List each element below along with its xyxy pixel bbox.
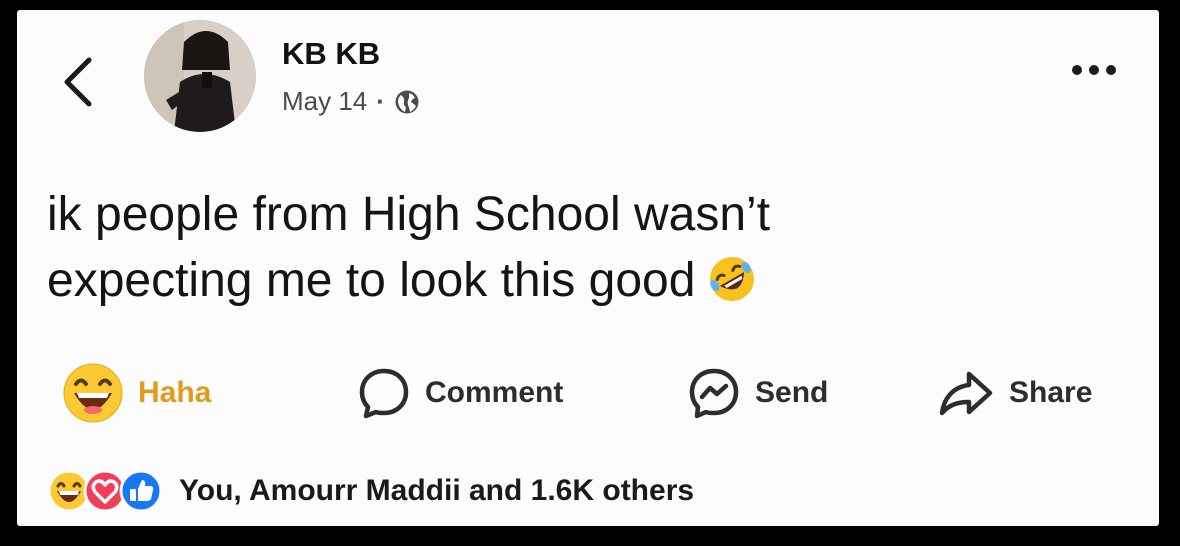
share-button[interactable]: Share xyxy=(937,363,1092,423)
author-name[interactable]: KB KB xyxy=(282,36,380,72)
send-button[interactable]: Send xyxy=(687,363,828,423)
comment-label: Comment xyxy=(425,376,564,409)
haha-emoji-icon xyxy=(63,363,123,423)
post-text-line-1: ik people from High School wasn’t xyxy=(47,188,771,241)
comment-icon xyxy=(359,368,409,419)
like-icon xyxy=(119,469,163,513)
post-text: ik people from High School wasn’t expect… xyxy=(47,182,1107,314)
reactions-summary-text: You, Amourr Maddii and 1.6K others xyxy=(179,474,695,507)
post-text-line-2: expecting me to look this good xyxy=(47,248,1107,314)
post-card: KB KB May 14 · ik people from High Schoo… xyxy=(17,10,1159,526)
share-icon xyxy=(939,371,993,416)
haha-label: Haha xyxy=(138,376,212,409)
globe-icon xyxy=(395,90,419,113)
reaction-icons xyxy=(47,469,163,513)
meta-separator: · xyxy=(376,86,385,116)
reactions-summary[interactable]: You, Amourr Maddii and 1.6K others xyxy=(47,468,694,514)
rolling-on-floor-laughing-emoji xyxy=(710,257,755,301)
comment-button[interactable]: Comment xyxy=(357,363,563,423)
post-meta: May 14 · xyxy=(282,86,420,117)
avatar[interactable] xyxy=(144,20,256,132)
more-options-icon[interactable] xyxy=(1072,65,1132,85)
messenger-icon xyxy=(689,368,739,419)
avatar-photo xyxy=(144,20,256,132)
post-date[interactable]: May 14 xyxy=(282,86,367,117)
back-chevron-icon[interactable] xyxy=(59,52,99,112)
share-label: Share xyxy=(1009,376,1093,409)
send-label: Send xyxy=(755,376,829,409)
post-text-line-2-text: expecting me to look this good xyxy=(47,254,696,307)
haha-button[interactable]: Haha xyxy=(62,363,211,423)
